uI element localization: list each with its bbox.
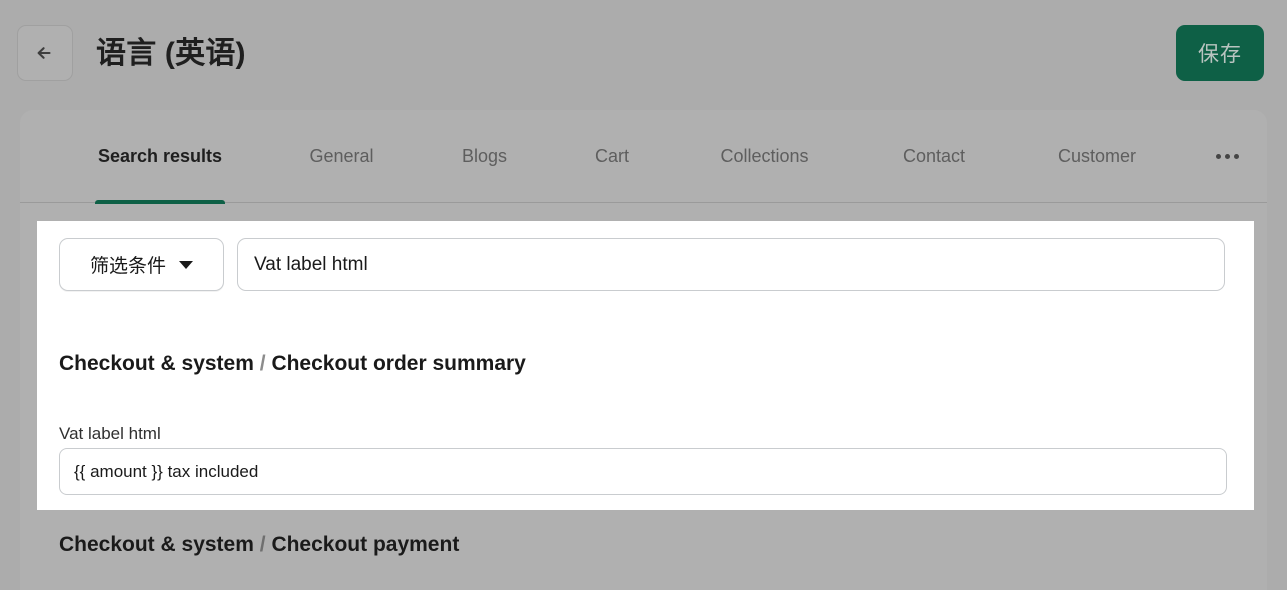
breadcrumb-separator: / bbox=[259, 533, 266, 556]
tab-blogs[interactable]: Blogs bbox=[457, 110, 512, 203]
tab-cart[interactable]: Cart bbox=[590, 110, 634, 203]
tab-label: General bbox=[309, 146, 374, 166]
result-item-name: Checkout order summary bbox=[271, 352, 526, 375]
back-button[interactable] bbox=[17, 25, 73, 81]
filter-toolbar: 筛选条件 bbox=[59, 238, 1225, 291]
app-root: 语言 (英语) 保存 Search results General Blogs … bbox=[0, 0, 1287, 590]
tab-label: Cart bbox=[594, 146, 629, 166]
field-label-vat-label-html: Vat label html bbox=[59, 424, 161, 443]
chevron-down-icon bbox=[179, 260, 193, 269]
arrow-left-icon bbox=[32, 40, 58, 66]
page-title: 语言 (英语) bbox=[96, 37, 246, 70]
dot bbox=[1225, 154, 1230, 159]
search-input[interactable] bbox=[237, 238, 1225, 291]
save-button[interactable]: 保存 bbox=[1176, 25, 1264, 81]
dot bbox=[1216, 154, 1221, 159]
result-item-name: Checkout payment bbox=[271, 533, 460, 556]
tab-label: Blogs bbox=[461, 146, 508, 166]
result-group-heading-2: Checkout & system / Checkout payment bbox=[59, 533, 459, 557]
field-input-vat-label-html[interactable] bbox=[59, 448, 1227, 495]
result-group-name: Checkout & system bbox=[59, 352, 254, 375]
tab-search-results[interactable]: Search results bbox=[95, 110, 225, 204]
breadcrumb-separator: / bbox=[259, 352, 266, 375]
ellipsis-horizontal-icon[interactable] bbox=[1210, 110, 1245, 203]
tab-label: Collections bbox=[720, 146, 809, 166]
top-bar: 语言 (英语) 保存 bbox=[0, 0, 1287, 106]
tab-label: Contact bbox=[902, 146, 966, 166]
search-results-panel: 筛选条件 Checkout & system / Checkout order … bbox=[37, 221, 1254, 510]
tab-customer[interactable]: Customer bbox=[1051, 110, 1143, 203]
tab-bar: Search results General Blogs Cart Collec… bbox=[20, 110, 1267, 204]
tab-collections[interactable]: Collections bbox=[712, 110, 817, 203]
filter-dropdown-label: 筛选条件 bbox=[89, 256, 166, 277]
dot bbox=[1234, 154, 1239, 159]
tab-general[interactable]: General bbox=[305, 110, 378, 203]
result-group-heading: Checkout & system / Checkout order summa… bbox=[59, 352, 526, 376]
result-group-name: Checkout & system bbox=[59, 533, 254, 556]
filter-dropdown-button[interactable]: 筛选条件 bbox=[59, 238, 224, 291]
tab-contact[interactable]: Contact bbox=[896, 110, 972, 203]
tab-label: Search results bbox=[97, 146, 223, 166]
tab-label: Customer bbox=[1057, 146, 1137, 166]
